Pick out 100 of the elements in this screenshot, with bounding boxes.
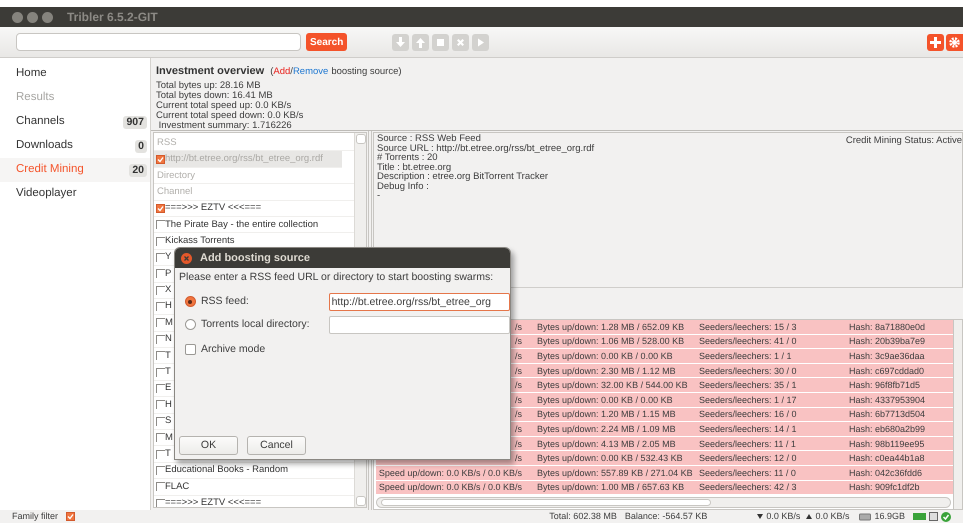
checkbox[interactable] <box>156 252 165 262</box>
table-cell: Hash: c0ea44b1a8 <box>849 453 925 464</box>
checkbox[interactable] <box>156 154 165 164</box>
scroll-thumb[interactable] <box>381 499 711 506</box>
checkbox[interactable] <box>156 318 165 328</box>
checkbox[interactable] <box>156 334 165 344</box>
table-cell: Seeders/leechers: 11 / 1 <box>699 438 796 449</box>
down-arrow-icon <box>757 514 764 519</box>
checkbox[interactable] <box>156 433 165 442</box>
dialog-prompt: Please enter a RSS feed URL or directory to start boosting swarms: <box>179 270 494 285</box>
battery-icon <box>913 513 926 520</box>
sidebar-item[interactable]: Videoplayer <box>0 182 150 206</box>
table-cell: Seeders/leechers: 14 / 1 <box>699 424 797 434</box>
checkbox[interactable] <box>156 450 165 459</box>
remove-link[interactable]: Remove <box>292 65 328 80</box>
archive-checkbox[interactable] <box>185 344 196 356</box>
table-cell: Seeders/leechers: 35 / 1 <box>699 380 797 390</box>
table-cell: Hash: 4337953904 <box>849 394 926 405</box>
table-cell: Hash: 3c9ae36daa <box>849 350 925 361</box>
checkbox[interactable] <box>156 269 165 278</box>
table-cell: Hash: 98b119ee95 <box>849 438 924 449</box>
family-filter-checkbox[interactable] <box>66 512 76 521</box>
checkbox[interactable] <box>156 302 165 312</box>
info-text: Debug Info : <box>377 180 429 192</box>
table-cell: Bytes up/down: 0.00 KB / 532.43 KB <box>537 453 683 464</box>
settings-button[interactable] <box>946 34 963 50</box>
info-text: Title : bt.etree.org <box>377 162 452 172</box>
cancel-button[interactable]: Cancel <box>247 436 306 455</box>
disk-space-text: 16.9GB <box>874 510 905 523</box>
sidebar-item[interactable]: Channels 907 <box>0 110 150 134</box>
info-text: Source : RSS Web Feed <box>377 133 481 144</box>
close-icon[interactable] <box>181 252 192 264</box>
checkbox[interactable] <box>156 482 165 492</box>
checkbox[interactable] <box>156 400 165 410</box>
sidebar-item[interactable]: Home <box>0 62 150 86</box>
close-button[interactable] <box>12 12 23 22</box>
stat-text: Total bytes down: 16.41 MB <box>156 90 274 100</box>
table-cell: Bytes up/down: 1.28 MB / 652.09 KB <box>537 322 684 332</box>
table-cell: /s <box>514 438 522 450</box>
table-cell: Hash: 20b39ba7e9 <box>849 336 926 346</box>
section-header: Directory <box>154 168 354 184</box>
count-badge: 20 <box>129 164 147 176</box>
total-text: Total: 602.38 MB <box>549 510 617 523</box>
checkbox[interactable] <box>156 368 165 377</box>
search-field[interactable] <box>16 33 301 51</box>
stat-text: Current total speed up: 0.0 KB/s <box>156 100 292 110</box>
checkbox[interactable] <box>156 351 165 360</box>
table-cell: Seeders/leechers: 11 / 0 <box>699 468 796 478</box>
table-cell: Seeders/leechers: 30 / 0 <box>699 366 797 376</box>
table-cell: Hash: 8a71880e0d <box>849 322 926 332</box>
checkbox[interactable] <box>156 286 165 295</box>
maximize-button[interactable] <box>42 12 53 22</box>
table-row[interactable]: Speed up/down: 0.0 KB/s / 0.0 KB/s Bytes up/down: 1.00 MB / 657.63 KB Seeders/leechers: 42 / 3 Hash: 909fc1df2b <box>376 480 953 496</box>
paren-text: ( <box>270 65 274 79</box>
add-link[interactable]: Add <box>273 65 290 80</box>
source-item[interactable]: The Pirate Bay - the entire collection <box>154 216 354 234</box>
sidebar-item[interactable]: Credit Mining 20 <box>0 158 150 182</box>
stat-text: Current total speed down: 0.0 KB/s <box>156 110 304 120</box>
source-item[interactable]: FLAC <box>154 479 354 496</box>
table-cell: Bytes up/down: 0.00 KB / 0.00 KB <box>537 350 673 361</box>
checkbox[interactable] <box>156 220 165 230</box>
directory-field[interactable] <box>328 316 510 334</box>
radio-button[interactable] <box>185 296 196 308</box>
scrollbar[interactable] <box>953 320 962 509</box>
checkbox[interactable] <box>156 204 165 213</box>
table-cell: Hash: 042c36fdd6 <box>849 468 922 478</box>
source-item[interactable]: Educational Books - Random <box>154 462 354 480</box>
section-header: Channel <box>154 184 354 201</box>
table-row[interactable]: Speed up/down: 0.0 KB/s / 0.0 KB/s Bytes up/down: 557.89 KB / 271.04 KB Seeders/leechers: 11 / 0 Hash: 042c36fdd6 <box>376 466 953 481</box>
table-cell: /s <box>514 452 522 464</box>
table-cell: /s <box>514 394 522 406</box>
table-cell: /s <box>514 320 522 333</box>
add-button[interactable] <box>927 34 944 50</box>
checkbox[interactable] <box>156 384 165 394</box>
option-label: Torrents local directory: <box>200 316 311 332</box>
window-icon <box>929 512 938 521</box>
checkbox[interactable] <box>156 498 165 507</box>
source-item[interactable]: ===>>> EZTV <<<=== <box>154 200 354 217</box>
scrollbar[interactable] <box>376 497 951 508</box>
minimize-button[interactable] <box>27 12 38 22</box>
table-cell: /s <box>514 408 522 420</box>
up-arrow-icon <box>806 514 812 519</box>
table-cell: /s <box>514 422 522 435</box>
table-cell: Bytes up/down: 2.30 MB / 1.12 MB <box>537 366 676 376</box>
url-field[interactable]: http://bt.etree.org/rss/bt_etree_org <box>328 292 510 311</box>
window-title: Tribler 6.5.2-GIT <box>67 9 158 26</box>
table-cell: Seeders/leechers: 12 / 0 <box>699 453 797 464</box>
checkbox[interactable] <box>156 416 165 426</box>
sidebar-item[interactable]: Downloads 0 <box>0 134 150 158</box>
radio-button[interactable] <box>185 319 196 330</box>
checkbox[interactable] <box>156 466 165 475</box>
table-cell: Bytes up/down: 1.06 MB / 528.00 KB <box>537 336 684 346</box>
table-cell: Hash: 96f8fb71d5 <box>849 380 920 390</box>
ok-button[interactable]: OK <box>179 436 238 455</box>
table-cell: Bytes up/down: 32.00 KB / 544.00 KB <box>537 380 688 390</box>
checkbox[interactable] <box>156 236 165 246</box>
balance-text: Balance: -564.57 KB <box>624 510 708 523</box>
settings-icon <box>948 36 961 48</box>
info-text: # Torrents : 20 <box>377 152 438 163</box>
info-text: Source URL : http://bt.etree.org/rss/bt_etree_org.rdf <box>377 142 594 154</box>
